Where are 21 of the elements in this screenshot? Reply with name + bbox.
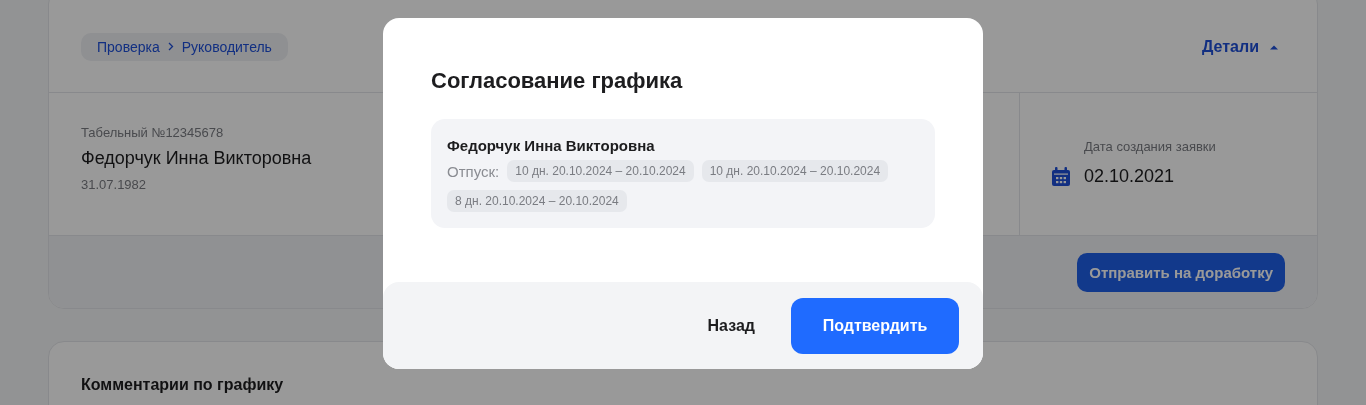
request-date: 02.10.2021 [1084, 166, 1175, 187]
date-label: Дата создания заявки [1084, 139, 1217, 154]
breadcrumb-link[interactable]: Проверка [97, 38, 160, 55]
period-tag: 10 дн. 20.10.2024 – 20.10.2024 [701, 160, 889, 182]
person-name: Федорчук Инна Викторовна [447, 137, 656, 154]
employee-name: Федорчук Инна Викторовна [81, 148, 313, 169]
rework-button[interactable]: Отправить на доработку [1077, 252, 1285, 292]
comments-title: Комментарии по графику [81, 376, 285, 394]
details-toggle[interactable]: Детали [1202, 37, 1279, 56]
calendar-icon [1052, 167, 1070, 186]
caret-icon [1269, 43, 1279, 50]
vacation-label: Отпуск: [447, 162, 500, 180]
breadcrumb-link[interactable]: Руководитель [181, 38, 272, 55]
modal-title: Согласование графика [431, 68, 684, 94]
chevron-icon [167, 42, 174, 51]
personnel-number: Табельный №12345678 [81, 125, 225, 140]
back-button[interactable]: Назад [703, 308, 759, 343]
birth-date: 31.07.1982 [81, 177, 148, 192]
period-tag: 10 дн. 20.10.2024 – 20.10.2024 [507, 160, 694, 182]
confirm-button[interactable]: Подтвердить [791, 297, 959, 354]
period-tag: 8 дн. 20.10.2024 – 20.10.2024 [447, 190, 627, 212]
